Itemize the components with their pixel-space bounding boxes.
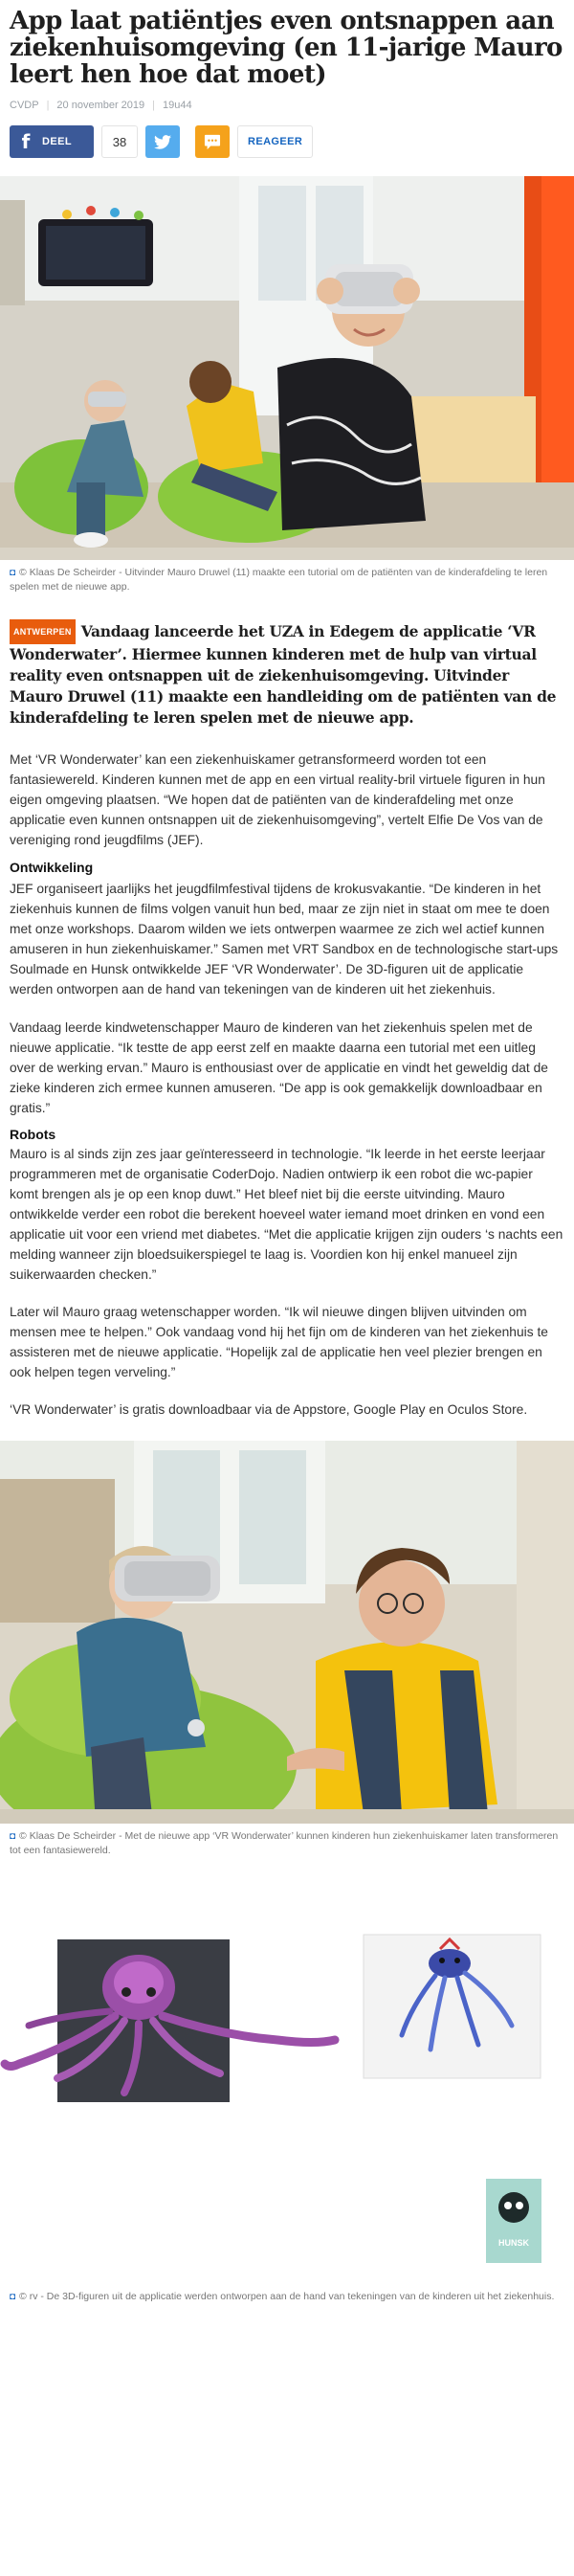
article-photo-boy-vr[interactable]: [0, 176, 574, 560]
facebook-icon: f: [21, 130, 31, 153]
facebook-share-button[interactable]: f DEEL: [10, 125, 94, 158]
body-paragraph-2: JEF organiseert jaarlijks het jeugdfilmf…: [10, 882, 559, 997]
photo3-caption-text: © rv - De 3D-figuren uit de applicatie w…: [19, 2291, 555, 2302]
article-page: App laat patiëntjes even ontsnappen aan …: [0, 0, 574, 2304]
facebook-share-label: DEEL: [42, 136, 72, 147]
article-title: App laat patiëntjes even ontsnappen aan …: [10, 7, 563, 89]
article-meta: CVDP | 20 november 2019 | 19u44: [0, 88, 574, 111]
body-paragraph-1: Met ‘VR Wonderwater’ kan een ziekenhuisk…: [10, 752, 545, 847]
article-photo-girl-vr[interactable]: [0, 1441, 574, 1824]
react-button[interactable]: REAGEER: [237, 125, 314, 158]
comment-button[interactable]: [195, 125, 230, 158]
photo3-caption: ◘ © rv - De 3D-figuren uit de applicatie …: [0, 2284, 574, 2304]
location-tag[interactable]: ANTWERPEN: [10, 619, 76, 644]
subheading-ontwikkeling: Ontwikkeling: [10, 860, 94, 875]
hunsk-logo-text: HUNSK: [498, 2238, 530, 2248]
twitter-share-button[interactable]: [145, 125, 180, 158]
camera-icon: ◘: [10, 568, 16, 578]
share-count: 38: [101, 125, 138, 158]
photo2-caption: ◘ © Klaas De Scheirder - Met de nieuwe ap…: [0, 1824, 574, 1857]
twitter-icon: [154, 134, 171, 149]
camera-icon: ◘: [10, 1831, 16, 1842]
photo2-caption-text: © Klaas De Scheirder - Met de nieuwe app…: [10, 1830, 559, 1856]
share-bar: f DEEL 38 REAGEER: [0, 111, 574, 159]
body-paragraph-4: Mauro is al sinds zijn zes jaar geïntere…: [10, 1147, 563, 1282]
article-date: 20 november 2019: [56, 100, 145, 111]
lead-text: Vandaag lanceerde het UZA in Edegem de a…: [10, 622, 557, 727]
article-photo-3d-figures[interactable]: HUNSK: [0, 1872, 574, 2284]
subheading-robots: Robots: [10, 1127, 56, 1142]
body-paragraph-5: Later wil Mauro graag wetenschapper word…: [10, 1305, 548, 1379]
article-source: CVDP: [10, 100, 39, 111]
camera-icon: ◘: [10, 2292, 16, 2302]
body-paragraph-6: ‘VR Wonderwater’ is gratis downloadbaar …: [10, 1402, 528, 1417]
photo1-caption: ◘ © Klaas De Scheirder - Uitvinder Mauro …: [0, 560, 574, 594]
article-lead: ANTWERPEN Vandaag lanceerde het UZA in Ed…: [0, 619, 574, 728]
body-paragraph-3: Vandaag leerde kindwetenschapper Mauro d…: [10, 1020, 548, 1115]
meta-divider: |: [46, 100, 50, 111]
article-time: 19u44: [163, 100, 192, 111]
photo1-caption-text: © Klaas De Scheirder - Uitvinder Mauro D…: [10, 567, 548, 593]
comment-icon: [204, 134, 221, 149]
meta-divider: |: [152, 100, 156, 111]
